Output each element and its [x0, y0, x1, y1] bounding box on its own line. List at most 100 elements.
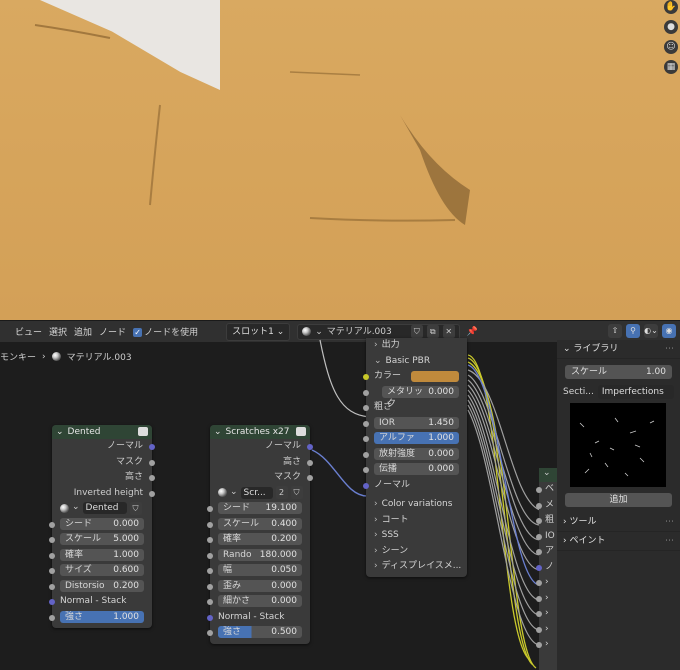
socket[interactable]	[149, 459, 155, 466]
node-tree-icon[interactable]	[60, 503, 69, 513]
socket[interactable]	[207, 583, 213, 590]
tools-section-header[interactable]: › ツール ⋯	[557, 513, 680, 532]
scale-field[interactable]: スケール 5.000	[60, 533, 144, 545]
strength-field[interactable]: 強さ 0.500	[218, 626, 302, 638]
socket[interactable]	[536, 502, 542, 509]
socket[interactable]	[536, 487, 542, 493]
socket[interactable]	[207, 630, 213, 636]
panel-coat[interactable]: › コート	[366, 513, 467, 529]
socket[interactable]	[363, 374, 369, 380]
socket[interactable]	[363, 405, 369, 411]
socket[interactable]	[149, 490, 155, 497]
socket[interactable]	[49, 614, 55, 621]
socket[interactable]	[363, 482, 369, 489]
detail-field[interactable]: 細かさ 0.000	[218, 595, 302, 607]
alpha-field[interactable]: アルファ 1.000	[374, 432, 459, 444]
paint-section-header[interactable]: › ペイント ⋯	[557, 532, 680, 551]
scratches-node-header[interactable]: ⌄ Scratches x27	[210, 425, 310, 439]
preset-field[interactable]: Scr...	[240, 486, 273, 499]
output-node-partial[interactable]: ⌄ ベ メ 粗 IO ア ノ › › › › ›	[536, 468, 559, 670]
socket[interactable]	[363, 420, 369, 427]
chevron-right-icon[interactable]: ›	[545, 639, 549, 649]
socket[interactable]	[207, 506, 213, 512]
socket[interactable]	[536, 533, 542, 540]
panel-sheen[interactable]: › シーン	[366, 544, 467, 560]
chevron-right-icon[interactable]: ›	[545, 593, 549, 603]
dented-node[interactable]: ⌄ Dented ノーマル マスク 高さ Inverted height ⌄ De…	[49, 425, 155, 628]
socket[interactable]	[536, 626, 542, 633]
socket[interactable]	[207, 568, 213, 574]
chevron-down-icon[interactable]: ⌄	[230, 485, 238, 501]
socket[interactable]	[536, 642, 542, 648]
preset-field[interactable]: Dented	[82, 502, 127, 514]
socket[interactable]	[49, 521, 55, 528]
chevron-down-icon[interactable]: ⌄	[56, 427, 64, 437]
chevron-right-icon[interactable]: ›	[545, 608, 549, 618]
drag-handle-icon[interactable]: ⋯	[665, 513, 674, 531]
color-swatch[interactable]	[411, 371, 459, 382]
user-count[interactable]: 2	[275, 486, 288, 499]
socket[interactable]	[363, 467, 369, 473]
seed-field[interactable]: シード 0.000	[60, 517, 144, 530]
socket[interactable]	[536, 549, 542, 555]
socket[interactable]	[307, 459, 313, 466]
socket[interactable]	[207, 537, 213, 543]
socket[interactable]	[207, 614, 213, 621]
socket[interactable]	[49, 599, 55, 605]
socket[interactable]	[536, 611, 542, 617]
socket[interactable]	[536, 595, 542, 602]
scale-field[interactable]: スケール 0.400	[218, 517, 302, 530]
panel-output[interactable]: › 出力	[366, 338, 467, 354]
socket[interactable]	[49, 537, 55, 543]
probability-field[interactable]: 確率 1.000	[60, 548, 144, 561]
drag-handle-icon[interactable]: ⋯	[665, 340, 674, 358]
socket[interactable]	[207, 521, 213, 528]
socket[interactable]	[207, 552, 213, 559]
scale-field[interactable]: スケール 1.00	[565, 365, 672, 379]
node-group-icon[interactable]	[296, 427, 306, 436]
shield-icon[interactable]: ⛉	[129, 501, 142, 515]
socket[interactable]	[149, 444, 155, 450]
chevron-right-icon[interactable]: ›	[545, 577, 549, 587]
chevron-down-icon[interactable]: ⌄	[214, 427, 222, 437]
seed-field[interactable]: シード 19.100	[218, 502, 302, 514]
asset-preview-thumbnail[interactable]	[570, 403, 666, 487]
panel-displacement[interactable]: › ディスプレイスメ...	[366, 559, 467, 575]
random-field[interactable]: Rando 180.000	[218, 548, 302, 561]
chevron-right-icon[interactable]: ›	[545, 624, 549, 634]
material-node[interactable]: › 出力 ⌄ Basic PBR カラー メタリック 0.000 粗さ IOR 1.45…	[363, 338, 467, 577]
add-button[interactable]: 追加	[565, 493, 672, 507]
transmission-field[interactable]: 伝播 0.000	[374, 463, 459, 475]
socket[interactable]	[307, 444, 313, 450]
distortion-field[interactable]: 歪み 0.000	[218, 579, 302, 592]
width-field[interactable]: 幅 0.050	[218, 564, 302, 576]
shield-icon[interactable]: ⛉	[290, 486, 303, 499]
socket[interactable]	[207, 599, 213, 605]
socket[interactable]	[363, 451, 369, 458]
panel-color-variations[interactable]: › Color variations	[366, 497, 467, 513]
probability-field[interactable]: 確率 0.200	[218, 533, 302, 545]
socket[interactable]	[307, 475, 313, 481]
library-section-header[interactable]: ⌄ ライブラリ ⋯	[557, 340, 680, 359]
strength-field[interactable]: 強さ 1.000	[60, 610, 144, 623]
dented-node-header[interactable]: ⌄ Dented	[52, 425, 152, 439]
socket[interactable]	[49, 583, 55, 590]
emission-field[interactable]: 放射強度 0.000	[374, 447, 459, 460]
socket[interactable]	[49, 552, 55, 559]
socket[interactable]	[149, 475, 155, 481]
chevron-down-icon[interactable]: ⌄	[539, 468, 551, 478]
output-node-header[interactable]: ⌄	[539, 468, 559, 482]
panel-basic-pbr[interactable]: ⌄ Basic PBR	[366, 354, 467, 370]
socket[interactable]	[536, 518, 542, 524]
chevron-down-icon[interactable]: ⌄	[72, 500, 80, 516]
socket[interactable]	[536, 580, 542, 586]
socket[interactable]	[536, 564, 542, 571]
panel-sss[interactable]: › SSS	[366, 528, 467, 544]
ior-field[interactable]: IOR 1.450	[374, 416, 459, 429]
drag-handle-icon[interactable]: ⋯	[665, 532, 674, 550]
metallic-field[interactable]: メタリック 0.000	[382, 385, 459, 409]
socket[interactable]	[363, 389, 369, 396]
socket[interactable]	[363, 436, 369, 442]
node-tree-icon[interactable]	[218, 488, 227, 497]
distortion-field[interactable]: Distorsio 0.200	[60, 579, 144, 592]
